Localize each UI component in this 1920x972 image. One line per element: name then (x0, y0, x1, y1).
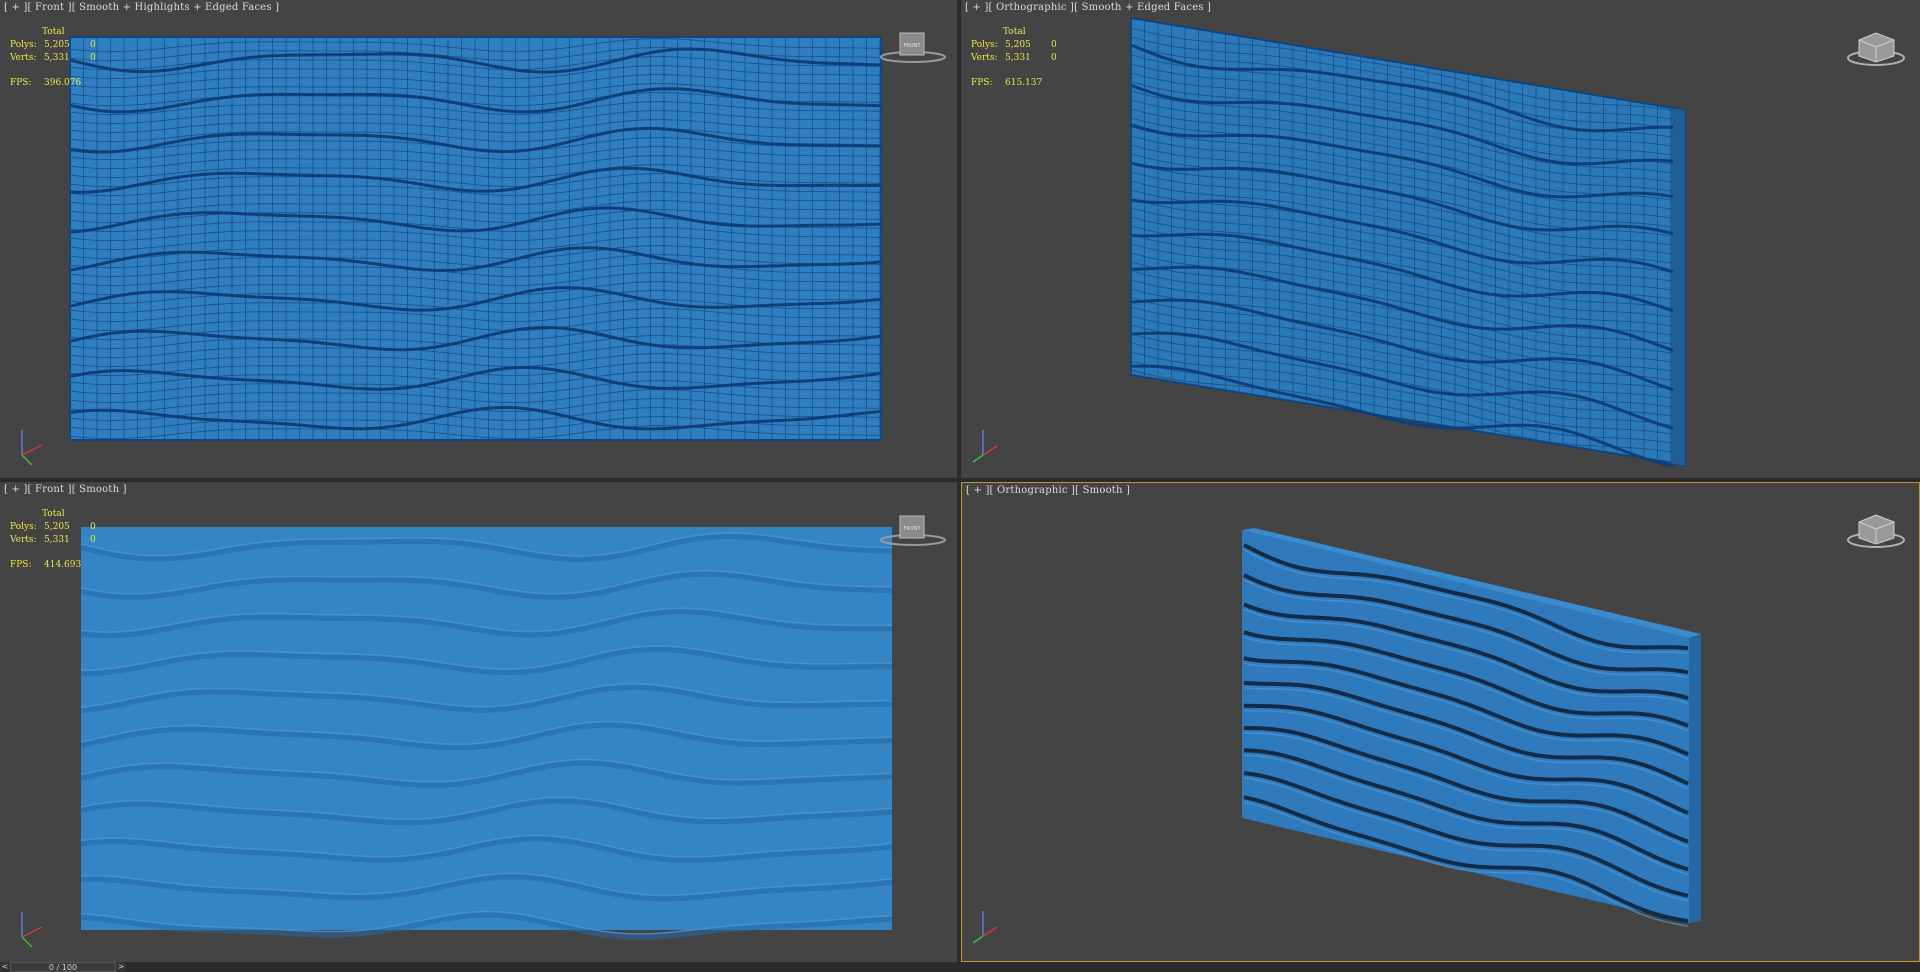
viewport-divider-horizontal[interactable] (0, 478, 1920, 482)
stats-polys-label: Polys: (10, 40, 37, 50)
stats-polys-value: 5,205 (44, 522, 70, 532)
stats-overlay: Total Polys: 5,205 0 Verts: 5,331 0 FPS: 615.… (971, 26, 1071, 90)
stats-verts-label: Verts: (10, 535, 37, 545)
stats-fps-value: 615.137 (1005, 78, 1043, 88)
wave-panel-wire-ortho (1130, 16, 1686, 468)
stats-polys-sel: 0 (90, 522, 96, 532)
stats-fps-label: FPS: (10, 78, 32, 88)
next-frame-button[interactable]: > (116, 962, 126, 972)
stats-fps-value: 414.693 (44, 560, 82, 570)
viewport-label[interactable]: [ + ][ Orthographic ][ Smooth + Edged Fa… (965, 2, 1211, 13)
stats-fps-label: FPS: (10, 560, 32, 570)
stats-verts-value: 5,331 (44, 535, 70, 545)
viewport-label[interactable]: [ + ][ Front ][ Smooth ] (4, 484, 127, 495)
stats-polys-value: 5,205 (1005, 40, 1031, 50)
stats-polys-label: Polys: (971, 40, 998, 50)
viewport-ortho-smooth[interactable]: [ + ][ Orthographic ][ Smooth ] (961, 482, 1920, 962)
viewport-label[interactable]: [ + ][ Front ][ Smooth + Highlights + Ed… (4, 2, 279, 13)
stats-verts-sel: 0 (90, 53, 96, 63)
stats-verts-value: 5,331 (44, 53, 70, 63)
stats-polys-label: Polys: (10, 522, 37, 532)
time-slider[interactable]: 0 / 100 (10, 962, 116, 972)
stats-fps-value: 396.076 (44, 78, 82, 88)
stats-polys-sel: 0 (90, 40, 96, 50)
stats-polys-sel: 0 (1051, 40, 1057, 50)
stats-verts-label: Verts: (10, 53, 37, 63)
stats-verts-value: 5,331 (1005, 53, 1031, 63)
stats-total: Total (42, 27, 65, 37)
viewport-front-edged[interactable]: [ + ][ Front ][ Smooth + Highlights + Ed… (0, 0, 957, 478)
stats-total: Total (1003, 27, 1026, 37)
wave-panel-wire-front (69, 36, 882, 441)
stats-verts-label: Verts: (971, 53, 998, 63)
stats-fps-label: FPS: (971, 78, 993, 88)
stats-verts-sel: 0 (90, 535, 96, 545)
timeline-bar (0, 962, 1920, 972)
viewport-front-smooth[interactable]: [ + ][ Front ][ Smooth ] Total Polys: 5,2… (0, 482, 957, 962)
viewport-label[interactable]: [ + ][ Orthographic ][ Smooth ] (966, 485, 1130, 496)
stats-verts-sel: 0 (1051, 53, 1057, 63)
stats-overlay: Total Polys: 5,205 0 Verts: 5,331 0 FPS: 414.… (10, 508, 110, 572)
viewport-ortho-edged[interactable]: [ + ][ Orthographic ][ Smooth + Edged Fa… (961, 0, 1920, 478)
stats-total: Total (42, 509, 65, 519)
wave-panel-ortho (1242, 528, 1701, 927)
prev-frame-button[interactable]: < (0, 962, 10, 972)
stats-polys-value: 5,205 (44, 40, 70, 50)
wave-panel-front (80, 527, 893, 941)
stats-overlay: Total Polys: 5,205 0 Verts: 5,331 0 FPS: 396.… (10, 26, 110, 90)
